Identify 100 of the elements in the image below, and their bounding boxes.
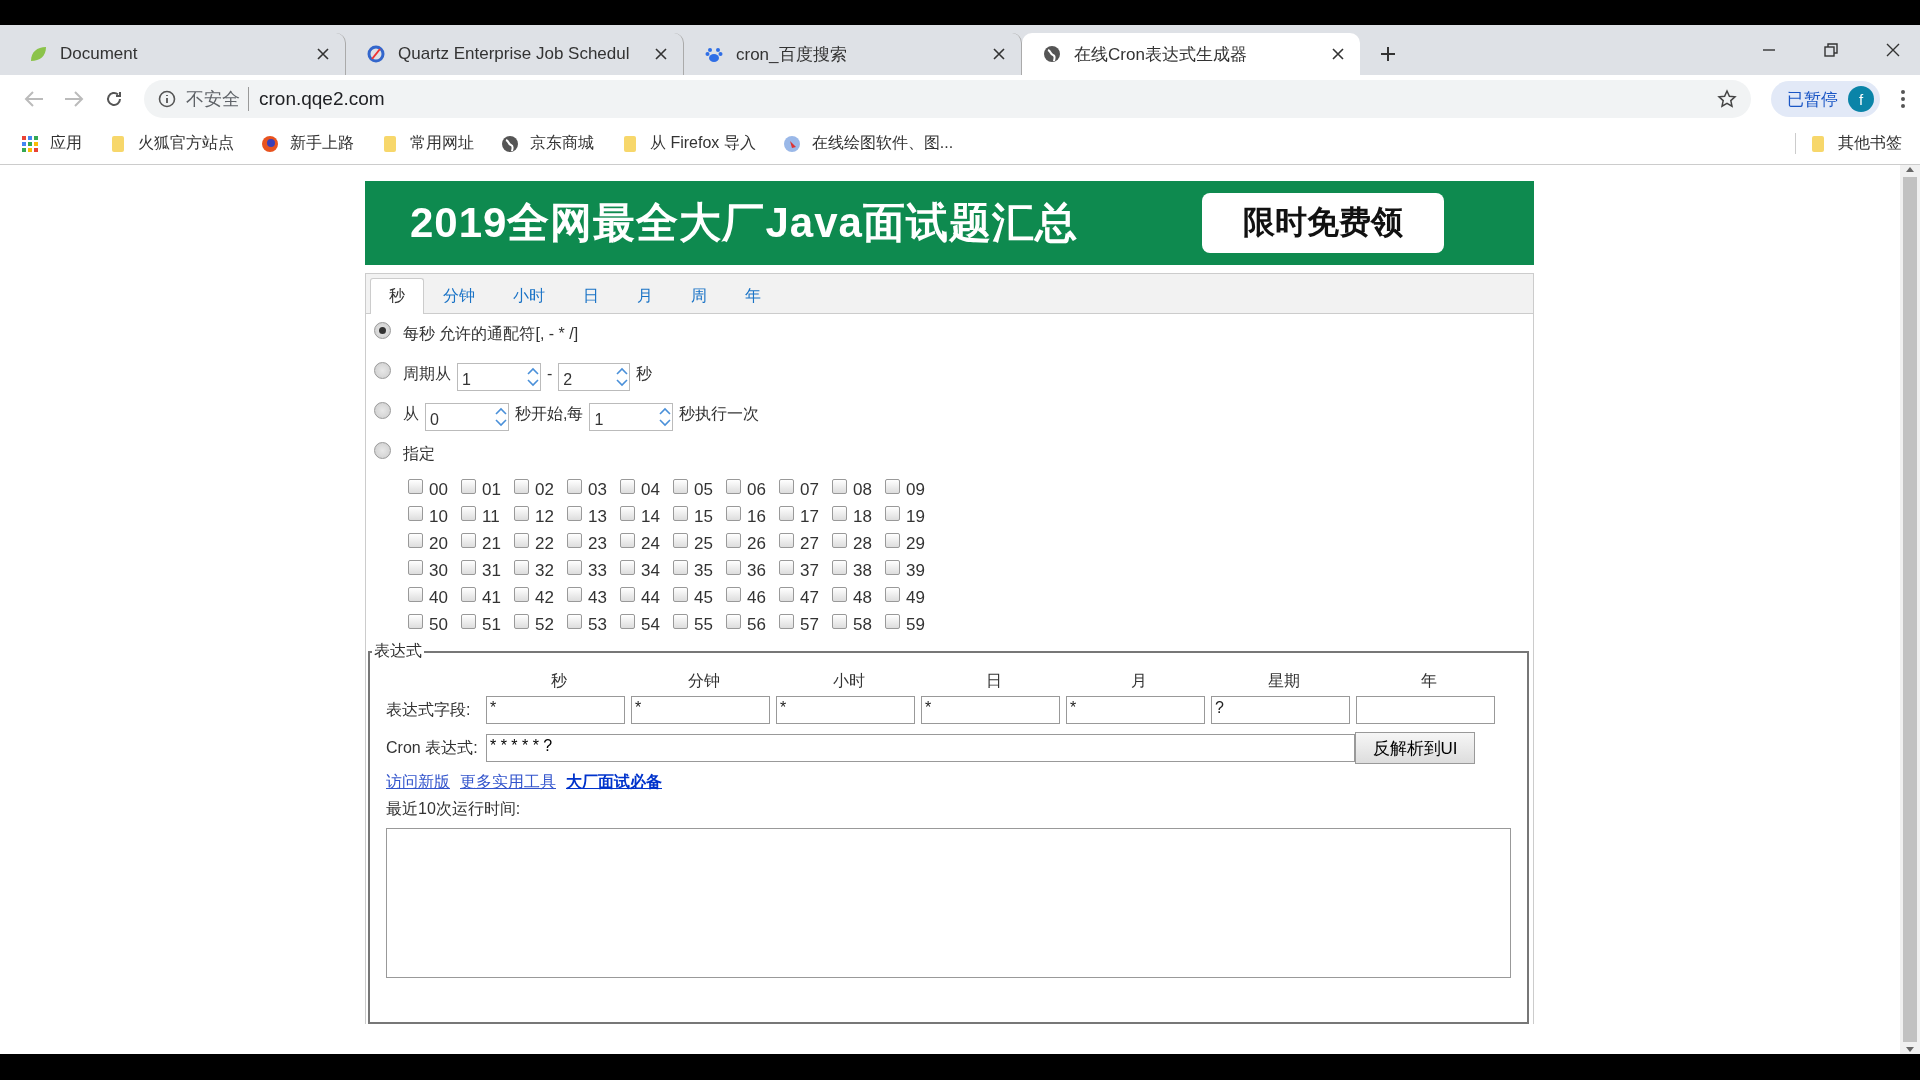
- second-checkbox[interactable]: 22: [514, 534, 567, 554]
- second-checkbox[interactable]: 40: [408, 588, 461, 608]
- bookmark[interactable]: 常用网址: [380, 133, 474, 154]
- second-checkbox[interactable]: 33: [567, 561, 620, 581]
- second-checkbox[interactable]: 48: [832, 588, 885, 608]
- banner-button[interactable]: 限时免费领: [1202, 193, 1444, 253]
- second-checkbox[interactable]: 58: [832, 615, 885, 635]
- second-checkbox[interactable]: 05: [673, 480, 726, 500]
- second-checkbox[interactable]: 44: [620, 588, 673, 608]
- radio-button[interactable]: [374, 321, 391, 339]
- second-checkbox[interactable]: 32: [514, 561, 567, 581]
- second-checkbox[interactable]: 21: [461, 534, 514, 554]
- radio-button[interactable]: [374, 401, 391, 419]
- close-icon[interactable]: [1886, 43, 1900, 57]
- second-checkbox[interactable]: 42: [514, 588, 567, 608]
- bookmark[interactable]: 新手上路: [260, 133, 354, 154]
- second-checkbox[interactable]: 43: [567, 588, 620, 608]
- close-icon[interactable]: [655, 48, 667, 60]
- second-checkbox[interactable]: 20: [408, 534, 461, 554]
- second-checkbox[interactable]: 23: [567, 534, 620, 554]
- second-checkbox[interactable]: 54: [620, 615, 673, 635]
- input-field[interactable]: *: [921, 696, 1060, 724]
- tab[interactable]: 日: [564, 278, 618, 314]
- second-checkbox[interactable]: 06: [726, 480, 779, 500]
- second-checkbox[interactable]: 13: [567, 507, 620, 527]
- link[interactable]: 访问新版: [386, 772, 450, 793]
- second-checkbox[interactable]: 14: [620, 507, 673, 527]
- second-checkbox[interactable]: 27: [779, 534, 832, 554]
- close-icon[interactable]: [317, 48, 329, 60]
- spinner-arrows-icon[interactable]: [658, 405, 673, 429]
- input-field[interactable]: [1356, 696, 1495, 724]
- second-checkbox[interactable]: 34: [620, 561, 673, 581]
- second-checkbox[interactable]: 52: [514, 615, 567, 635]
- second-checkbox[interactable]: 11: [461, 507, 514, 527]
- scrollbar[interactable]: [1900, 165, 1920, 1054]
- input-field[interactable]: ?: [1211, 696, 1350, 724]
- info-icon[interactable]: [158, 90, 176, 108]
- second-checkbox[interactable]: 03: [567, 480, 620, 500]
- number-spinner[interactable]: 0: [425, 403, 509, 431]
- spinner-arrows-icon[interactable]: [526, 365, 540, 389]
- bookmark[interactable]: 其他书签: [1795, 133, 1902, 154]
- second-checkbox[interactable]: 18: [832, 507, 885, 527]
- second-checkbox[interactable]: 53: [567, 615, 620, 635]
- input-field[interactable]: *: [631, 696, 770, 724]
- restore-icon[interactable]: [1824, 43, 1838, 57]
- spinner-arrows-icon[interactable]: [615, 365, 630, 389]
- second-checkbox[interactable]: 51: [461, 615, 514, 635]
- second-checkbox[interactable]: 37: [779, 561, 832, 581]
- second-checkbox[interactable]: 59: [885, 615, 938, 635]
- second-checkbox[interactable]: 10: [408, 507, 461, 527]
- tab[interactable]: 分钟: [424, 278, 494, 314]
- tab[interactable]: 秒: [370, 278, 424, 314]
- address-bar[interactable]: 不安全 cron.qqe2.com: [144, 80, 1751, 118]
- second-checkbox[interactable]: 31: [461, 561, 514, 581]
- second-checkbox[interactable]: 45: [673, 588, 726, 608]
- tab[interactable]: 小时: [494, 278, 564, 314]
- menu-icon[interactable]: [1900, 89, 1906, 109]
- number-spinner[interactable]: 1: [589, 403, 674, 431]
- second-checkbox[interactable]: 15: [673, 507, 726, 527]
- second-checkbox[interactable]: 57: [779, 615, 832, 635]
- number-spinner[interactable]: 2: [558, 363, 631, 391]
- parse-button[interactable]: 反解析到UI: [1355, 732, 1475, 764]
- second-checkbox[interactable]: 08: [832, 480, 885, 500]
- input-field[interactable]: *: [486, 696, 625, 724]
- second-checkbox[interactable]: 25: [673, 534, 726, 554]
- link[interactable]: 大厂面试必备: [566, 772, 662, 793]
- second-checkbox[interactable]: 29: [885, 534, 938, 554]
- close-icon[interactable]: [1332, 48, 1344, 60]
- second-checkbox[interactable]: 02: [514, 480, 567, 500]
- second-checkbox[interactable]: 00: [408, 480, 461, 500]
- cron-field[interactable]: * * * * * ?: [486, 734, 1355, 762]
- second-checkbox[interactable]: 12: [514, 507, 567, 527]
- new-tab-icon[interactable]: [1380, 46, 1396, 62]
- input-field[interactable]: *: [776, 696, 915, 724]
- second-checkbox[interactable]: 49: [885, 588, 938, 608]
- second-checkbox[interactable]: 09: [885, 480, 938, 500]
- second-checkbox[interactable]: 28: [832, 534, 885, 554]
- second-checkbox[interactable]: 41: [461, 588, 514, 608]
- star-icon[interactable]: [1717, 89, 1737, 109]
- second-checkbox[interactable]: 39: [885, 561, 938, 581]
- radio-button[interactable]: [374, 361, 391, 379]
- second-checkbox[interactable]: 07: [779, 480, 832, 500]
- second-checkbox[interactable]: 35: [673, 561, 726, 581]
- radio-button[interactable]: [374, 441, 391, 459]
- second-checkbox[interactable]: 55: [673, 615, 726, 635]
- second-checkbox[interactable]: 56: [726, 615, 779, 635]
- spinner-arrows-icon[interactable]: [494, 405, 508, 429]
- bookmark[interactable]: 应用: [20, 133, 82, 154]
- second-checkbox[interactable]: 38: [832, 561, 885, 581]
- input-field[interactable]: *: [1066, 696, 1205, 724]
- second-checkbox[interactable]: 36: [726, 561, 779, 581]
- second-checkbox[interactable]: 24: [620, 534, 673, 554]
- second-checkbox[interactable]: 30: [408, 561, 461, 581]
- second-checkbox[interactable]: 04: [620, 480, 673, 500]
- number-spinner[interactable]: 1: [457, 363, 541, 391]
- second-checkbox[interactable]: 47: [779, 588, 832, 608]
- bookmark[interactable]: 京东商城: [500, 133, 594, 154]
- tab[interactable]: 周: [672, 278, 726, 314]
- tab[interactable]: 月: [618, 278, 672, 314]
- second-checkbox[interactable]: 16: [726, 507, 779, 527]
